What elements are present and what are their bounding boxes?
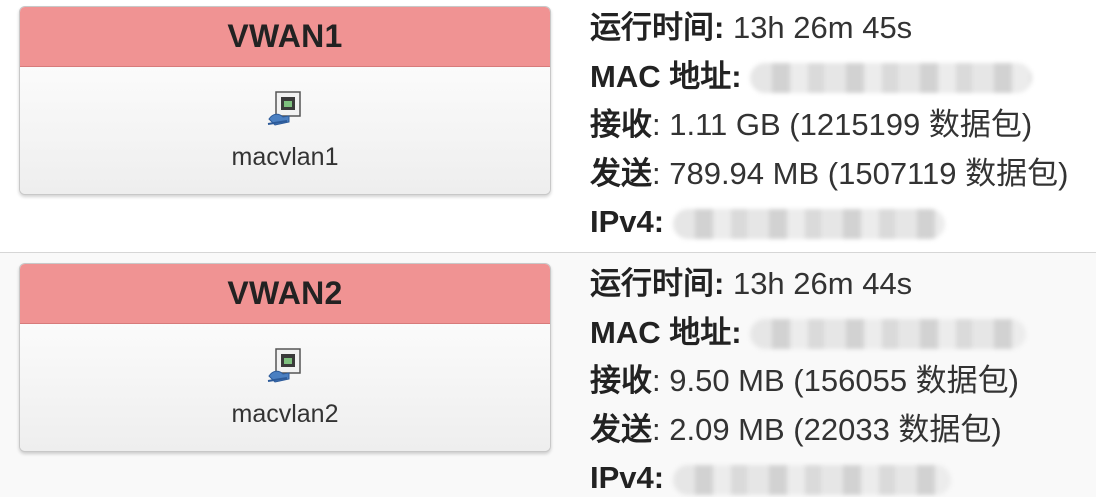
rx-label: 接收 bbox=[590, 107, 652, 142]
mac-line: MAC 地址: bbox=[590, 313, 1027, 362]
interface-status-vwan1: 运行时间: 13h 26m 45s MAC 地址: 接收: 1.11 GB (1… bbox=[590, 8, 1068, 251]
interface-status-vwan2: 运行时间: 13h 26m 44s MAC 地址: 接收: 9.50 MB (1… bbox=[590, 264, 1027, 497]
rx-line: 接收: 9.50 MB (156055 数据包) bbox=[590, 361, 1026, 410]
rx-line: 接收: 1.11 GB (1215199 数据包) bbox=[590, 105, 1068, 154]
rx-value: : 1.11 GB (1215199 数据包) bbox=[652, 107, 1033, 142]
interface-card-vwan2[interactable]: VWAN2 macvlan2 bbox=[19, 263, 551, 452]
interface-device-name: macvlan1 bbox=[231, 143, 339, 171]
tx-value: : 789.94 MB (1507119 数据包) bbox=[652, 155, 1069, 191]
uptime-label: 运行时间: bbox=[590, 10, 725, 45]
interface-card-title: VWAN2 bbox=[20, 264, 550, 324]
mac-line: MAC 地址: bbox=[590, 57, 1068, 106]
mac-label: MAC 地址: bbox=[590, 58, 742, 94]
ipv4-line: IPv4: bbox=[590, 202, 1068, 251]
uptime-line: 运行时间: 13h 26m 45s bbox=[590, 8, 1068, 57]
tx-label: 发送 bbox=[590, 411, 652, 447]
uptime-line: 运行时间: 13h 26m 44s bbox=[590, 264, 1026, 313]
mac-redacted bbox=[750, 63, 1033, 94]
interface-device-name: macvlan2 bbox=[231, 400, 339, 428]
interface-row-vwan2: VWAN2 macvlan2 运行时间: 13h 26m 44s MAC 地址:… bbox=[0, 253, 1096, 497]
rx-label: 接收 bbox=[590, 363, 652, 398]
ethernet-port-icon bbox=[267, 91, 301, 126]
ethernet-port-icon bbox=[267, 348, 301, 383]
uptime-value: 13h 26m 44s bbox=[732, 266, 913, 301]
mac-label: MAC 地址: bbox=[590, 314, 742, 350]
ipv4-line: IPv4: bbox=[590, 458, 1026, 497]
uptime-value: 13h 26m 45s bbox=[732, 10, 913, 45]
interface-card-title: VWAN1 bbox=[20, 7, 550, 67]
ipv4-label: IPv4: bbox=[590, 204, 665, 239]
interface-card-body: macvlan2 bbox=[20, 324, 550, 451]
interface-row-vwan1: VWAN1 macvlan1 运行时间: 13h 26m 45s MAC 地址:… bbox=[0, 0, 1096, 253]
interface-card-vwan1[interactable]: VWAN1 macvlan1 bbox=[19, 6, 551, 195]
tx-line: 发送: 2.09 MB (22033 数据包) bbox=[590, 410, 1026, 459]
mac-redacted bbox=[750, 319, 1027, 350]
uptime-label: 运行时间: bbox=[590, 266, 725, 301]
ipv4-redacted bbox=[672, 208, 945, 239]
ipv4-redacted bbox=[672, 464, 951, 495]
rx-value: : 9.50 MB (156055 数据包) bbox=[652, 363, 1019, 398]
interface-card-body: macvlan1 bbox=[20, 67, 550, 194]
tx-label: 发送 bbox=[590, 155, 652, 191]
ipv4-label: IPv4: bbox=[590, 460, 665, 495]
tx-line: 发送: 789.94 MB (1507119 数据包) bbox=[590, 154, 1068, 203]
tx-value: : 2.09 MB (22033 数据包) bbox=[652, 411, 1002, 447]
